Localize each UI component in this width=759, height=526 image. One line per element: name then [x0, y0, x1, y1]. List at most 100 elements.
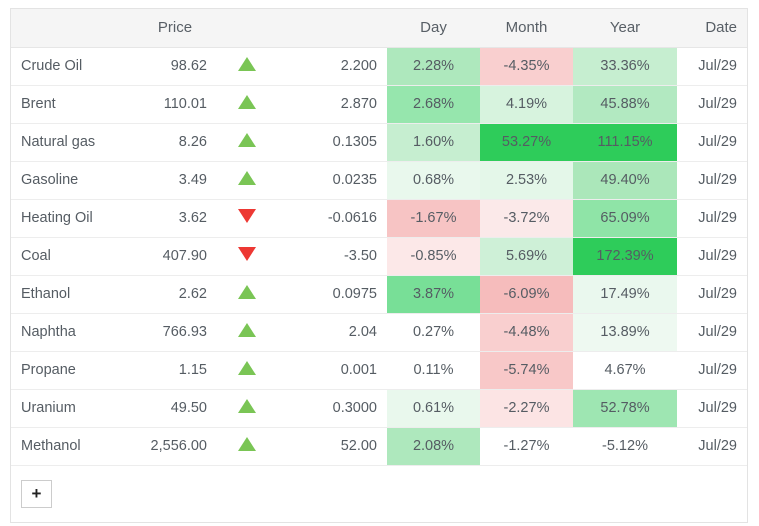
commodity-price: 3.62: [133, 198, 217, 237]
commodity-change: 0.001: [277, 350, 387, 389]
arrow-up-icon: [217, 312, 277, 351]
triangle-up-icon: [238, 361, 256, 375]
column-header-price[interactable]: Price: [133, 9, 217, 48]
commodity-change: 0.0235: [277, 160, 387, 199]
commodity-year-change: 13.89%: [573, 312, 677, 351]
table-row[interactable]: Natural gas 8.26 0.1305 1.60% 53.27% 111.15% J…: [11, 122, 747, 161]
commodity-year-change: 65.09%: [573, 198, 677, 237]
table-row[interactable]: Gasoline 3.49 0.0235 0.68% 2.53% 49.40% Jul/29: [11, 160, 747, 199]
column-header-date[interactable]: Date: [677, 9, 747, 48]
commodity-year-change: 49.40%: [573, 160, 677, 199]
commodity-date: Jul/29: [677, 274, 747, 313]
commodity-month-change: -6.09%: [480, 274, 573, 313]
commodity-change: 0.1305: [277, 122, 387, 161]
add-row-cell: +: [11, 464, 747, 522]
commodity-date: Jul/29: [677, 160, 747, 199]
arrow-down-icon: [217, 198, 277, 237]
commodity-month-change: 53.27%: [480, 122, 573, 161]
table-row[interactable]: Brent 110.01 2.870 2.68% 4.19% 45.88% Jul/29: [11, 84, 747, 123]
commodity-day-change: 0.61%: [387, 388, 480, 427]
commodity-day-change: -1.67%: [387, 198, 480, 237]
commodity-change: 0.0975: [277, 274, 387, 313]
triangle-up-icon: [238, 57, 256, 71]
commodity-year-change: 45.88%: [573, 84, 677, 123]
column-header-month[interactable]: Month: [480, 9, 573, 48]
arrow-up-icon: [217, 160, 277, 199]
commodity-day-change: 2.28%: [387, 47, 480, 85]
commodity-change: -3.50: [277, 236, 387, 275]
commodity-name[interactable]: Natural gas: [11, 122, 133, 161]
commodity-month-change: -5.74%: [480, 350, 573, 389]
commodity-date: Jul/29: [677, 198, 747, 237]
commodity-date: Jul/29: [698, 58, 737, 74]
commodity-date: Jul/29: [677, 122, 747, 161]
table-row[interactable]: Ethanol 2.62 0.0975 3.87% -6.09% 17.49% Jul/29: [11, 274, 747, 313]
commodity-name[interactable]: Heating Oil: [11, 198, 133, 237]
table-row[interactable]: Coal 407.90 -3.50 -0.85% 5.69% 172.39% Jul/29: [11, 236, 747, 275]
commodity-date: Jul/29: [677, 312, 747, 351]
commodity-name[interactable]: Methanol: [11, 426, 133, 465]
commodity-name[interactable]: Propane: [11, 350, 133, 389]
header-row: Price Day Month Year Date: [11, 9, 747, 48]
commodity-price: 2.62: [133, 274, 217, 313]
commodity-name[interactable]: Uranium: [11, 388, 133, 427]
commodity-month-change: 5.69%: [480, 236, 573, 275]
commodity-price: 49.50: [133, 388, 217, 427]
commodity-year-change: 4.67%: [573, 350, 677, 389]
table-header: Price Day Month Year Date: [11, 9, 747, 48]
commodity-name[interactable]: Naphtha: [11, 312, 133, 351]
table-row[interactable]: Heating Oil 3.62 -0.0616 -1.67% -3.72% 65.09%…: [11, 198, 747, 237]
commodity-day-change: 2.08%: [387, 426, 480, 465]
triangle-up-icon: [238, 133, 256, 147]
table-row[interactable]: Methanol 2,556.00 52.00 2.08% -1.27% -5.12% Ju…: [11, 426, 747, 465]
arrow-up-icon: [217, 350, 277, 389]
commodity-month-change: 2.53%: [480, 160, 573, 199]
arrow-up-icon: [217, 274, 277, 313]
table-row[interactable]: Propane 1.15 0.001 0.11% -5.74% 4.67% Jul/29: [11, 350, 747, 389]
triangle-up-icon: [238, 437, 256, 451]
commodity-year-change: 17.49%: [573, 274, 677, 313]
column-header-change[interactable]: [277, 9, 387, 48]
commodity-change: 0.3000: [277, 388, 387, 427]
commodity-change: 52.00: [277, 426, 387, 465]
triangle-down-icon: [238, 247, 256, 261]
arrow-up-icon: [217, 122, 277, 161]
commodity-year-change: 111.15%: [573, 122, 677, 161]
triangle-up-icon: [238, 399, 256, 413]
column-header-year[interactable]: Year: [573, 9, 677, 48]
table-row[interactable]: Naphtha 766.93 2.04 0.27% -4.48% 13.89% Jul/29: [11, 312, 747, 351]
commodity-year-change: -5.12%: [573, 426, 677, 465]
commodity-name[interactable]: Brent: [11, 84, 133, 123]
commodity-price: 8.26: [133, 122, 217, 161]
commodity-name[interactable]: Ethanol: [11, 274, 133, 313]
commodity-day-change: -0.85%: [387, 236, 480, 275]
column-header-arrow: [217, 9, 277, 48]
commodity-price: 407.90: [133, 236, 217, 275]
commodity-date: Jul/29: [677, 426, 747, 465]
triangle-up-icon: [238, 95, 256, 109]
commodity-name[interactable]: Crude Oil: [11, 47, 133, 85]
commodity-month-change: -4.48%: [480, 312, 573, 351]
commodity-name[interactable]: Gasoline: [11, 160, 133, 199]
commodity-month-change: 4.19%: [480, 84, 573, 123]
table-footer: +: [11, 464, 747, 522]
commodity-change: 2.200: [340, 58, 377, 74]
column-header-day[interactable]: Day: [387, 9, 480, 48]
commodity-year-change: 33.36%: [573, 47, 677, 85]
arrow-down-icon: [217, 236, 277, 275]
add-row-button[interactable]: +: [21, 479, 52, 508]
column-header-name[interactable]: [11, 9, 133, 48]
commodity-price: 1.15: [133, 350, 217, 389]
commodity-date: Jul/29: [677, 84, 747, 123]
triangle-up-icon: [238, 285, 256, 299]
table-row[interactable]: Uranium 49.50 0.3000 0.61% -2.27% 52.78% Jul/2…: [11, 388, 747, 427]
commodity-month-change: -4.35%: [480, 47, 573, 85]
table-body: Crude Oil 98.62 2.200 2.28% -4.35% 33.36% Jul/…: [11, 47, 747, 465]
commodity-day-change: 1.60%: [387, 122, 480, 161]
table-row[interactable]: Crude Oil 98.62 2.200 2.28% -4.35% 33.36% Jul/…: [11, 47, 747, 85]
commodity-name[interactable]: Coal: [11, 236, 133, 275]
commodities-quote-panel: Price Day Month Year Date Crude Oil 98.62…: [0, 0, 759, 526]
triangle-up-icon: [238, 171, 256, 185]
commodity-change: -0.0616: [277, 198, 387, 237]
commodity-change: 2.870: [277, 84, 387, 123]
